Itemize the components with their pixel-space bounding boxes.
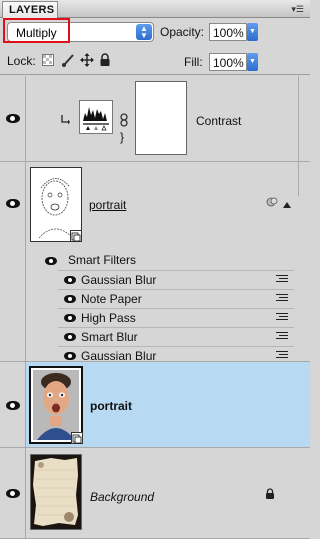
fill-label: Fill:	[184, 55, 203, 69]
filter-name: Smart Blur	[81, 330, 138, 344]
layer-name: Background	[90, 490, 155, 504]
layer-row-portrait-selected[interactable]: portrait	[0, 362, 310, 448]
tab-layers[interactable]: LAYERS	[2, 1, 58, 18]
fill-field[interactable]: 100%	[209, 53, 247, 71]
layer-thumbnail-sketch[interactable]	[30, 167, 82, 242]
eye-icon[interactable]	[64, 295, 76, 303]
visibility-toggle[interactable]	[0, 162, 26, 361]
layer-thumbnail-paper[interactable]	[30, 454, 82, 530]
layer-mask-thumbnail[interactable]	[135, 81, 187, 155]
layer-row-background[interactable]: Background	[0, 448, 310, 539]
layer-options: Multiply ▲ ▼ Opacity: 100% ▼ Lock: Fill:…	[0, 18, 310, 75]
layer-row-portrait-filtered[interactable]: portrait Smart Filters Gaussian Blur Not…	[0, 162, 310, 363]
smart-object-badge-icon	[70, 230, 82, 242]
layers-list: } Contrast portrait Smart Filters Gaussi…	[0, 76, 310, 539]
layer-name: portrait	[90, 399, 132, 413]
layer-name: Contrast	[196, 114, 242, 128]
clipping-mask-icon	[60, 114, 70, 126]
blending-options-icon[interactable]	[276, 313, 288, 323]
eye-icon[interactable]	[6, 114, 20, 123]
smart-object-badge-icon	[71, 432, 83, 444]
eye-icon[interactable]	[64, 352, 76, 360]
scrollbar[interactable]	[294, 76, 310, 196]
eye-icon[interactable]	[6, 401, 20, 410]
eye-icon[interactable]	[64, 276, 76, 284]
lock-transparent-icon[interactable]	[42, 54, 56, 68]
smart-filter-row[interactable]: Smart Blur	[58, 328, 294, 347]
lock-all-icon[interactable]	[99, 53, 113, 67]
panel-menu-icon[interactable]: ▾☰	[290, 4, 304, 14]
eye-icon[interactable]	[45, 257, 57, 265]
chevron-updown-icon[interactable]: ▲ ▼	[136, 24, 152, 40]
lock-label: Lock:	[7, 54, 36, 68]
filter-name: Gaussian Blur	[81, 273, 157, 287]
link-icon[interactable]: }	[120, 113, 128, 144]
layer-row-contrast[interactable]: } Contrast	[0, 76, 310, 162]
blending-options-icon[interactable]	[276, 275, 288, 285]
opacity-label: Opacity:	[160, 25, 205, 39]
lock-position-icon[interactable]	[80, 53, 94, 67]
smart-filter-row[interactable]: High Pass	[58, 309, 294, 328]
layer-thumbnail-photo[interactable]	[29, 366, 83, 444]
annotation-highlight-box	[3, 18, 70, 43]
eye-icon[interactable]	[64, 314, 76, 322]
fill-dropdown-icon[interactable]: ▼	[247, 53, 258, 71]
opacity-field[interactable]: 100%	[209, 23, 247, 41]
eye-icon[interactable]	[64, 333, 76, 341]
smart-filter-row[interactable]: Note Paper	[58, 290, 294, 309]
layer-name: portrait	[89, 198, 127, 212]
visibility-toggle[interactable]	[0, 362, 26, 447]
opacity-dropdown-icon[interactable]: ▼	[247, 23, 258, 41]
smart-filter-indicator-icon[interactable]	[266, 196, 278, 208]
filter-name: Gaussian Blur	[81, 349, 157, 363]
filter-name: Note Paper	[81, 292, 142, 306]
levels-adjustment-icon[interactable]	[79, 100, 113, 134]
eye-icon[interactable]	[6, 489, 20, 498]
smart-filters-label: Smart Filters	[68, 253, 137, 267]
blending-options-icon[interactable]	[276, 351, 288, 361]
panel-titlebar: LAYERS ▾☰	[0, 0, 310, 18]
filter-name: High Pass	[81, 311, 136, 325]
lock-icon	[265, 488, 275, 500]
scrollbar-track	[298, 76, 299, 196]
visibility-toggle[interactable]	[0, 76, 26, 161]
blending-options-icon[interactable]	[276, 294, 288, 304]
collapse-arrow-icon[interactable]	[283, 198, 291, 208]
smart-filter-row[interactable]: Gaussian Blur	[58, 271, 294, 290]
blending-options-icon[interactable]	[276, 332, 288, 342]
visibility-toggle[interactable]	[0, 448, 26, 538]
lock-image-icon[interactable]	[61, 53, 75, 67]
eye-icon[interactable]	[6, 199, 20, 208]
